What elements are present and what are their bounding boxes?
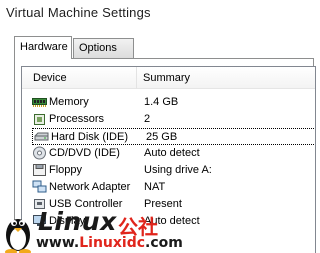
device-label: Floppy: [49, 164, 83, 176]
watermark-url-suffix: .com: [145, 235, 183, 251]
cd-dvd-icon: [32, 146, 47, 160]
memory-icon: [32, 95, 47, 109]
tab-options[interactable]: Options: [73, 38, 134, 58]
column-separator[interactable]: [136, 67, 137, 89]
device-label: Memory: [49, 96, 89, 108]
device-row-memory[interactable]: Memory 1.4 GB: [31, 94, 315, 111]
network-adapter-icon: [32, 180, 47, 194]
device-label: Processors: [49, 113, 105, 125]
watermark-url-main: Linuxidc: [79, 235, 146, 251]
device-label: Network Adapter: [49, 181, 131, 193]
summary-label: Using drive A:: [144, 164, 212, 176]
summary-label: 2: [144, 113, 151, 125]
device-label: Hard Disk (IDE): [51, 131, 129, 143]
column-header-device[interactable]: Device: [33, 72, 67, 84]
summary-label: 1.4 GB: [144, 96, 179, 108]
watermark-url-prefix: www.: [36, 235, 80, 251]
linuxidc-watermark: Linux 公社 www.Linuxidc.com: [0, 205, 305, 253]
floppy-icon: [32, 163, 47, 177]
hard-disk-icon: [34, 130, 49, 144]
device-row-cd-dvd[interactable]: CD/DVD (IDE) Auto detect: [31, 145, 315, 162]
tux-penguin-icon: [2, 211, 34, 253]
window-title: Virtual Machine Settings: [6, 5, 151, 20]
device-row-network-adapter[interactable]: Network Adapter NAT: [31, 179, 315, 196]
processor-icon: [32, 112, 47, 126]
summary-label: NAT: [144, 181, 166, 193]
device-list-header: Device Summary: [22, 67, 315, 89]
watermark-logo-text: Linux: [38, 207, 117, 236]
summary-label: Auto detect: [144, 147, 200, 159]
watermark-url: www.Linuxidc.com: [36, 235, 183, 251]
device-row-processors[interactable]: Processors 2: [31, 111, 315, 128]
summary-label: 25 GB: [146, 131, 178, 143]
device-label: CD/DVD (IDE): [49, 147, 120, 159]
device-row-floppy[interactable]: Floppy Using drive A:: [31, 162, 315, 179]
tab-hardware[interactable]: Hardware: [14, 36, 72, 59]
column-header-summary[interactable]: Summary: [143, 72, 190, 84]
device-row-hard-disk[interactable]: Hard Disk (IDE) 25 GB: [32, 128, 315, 145]
